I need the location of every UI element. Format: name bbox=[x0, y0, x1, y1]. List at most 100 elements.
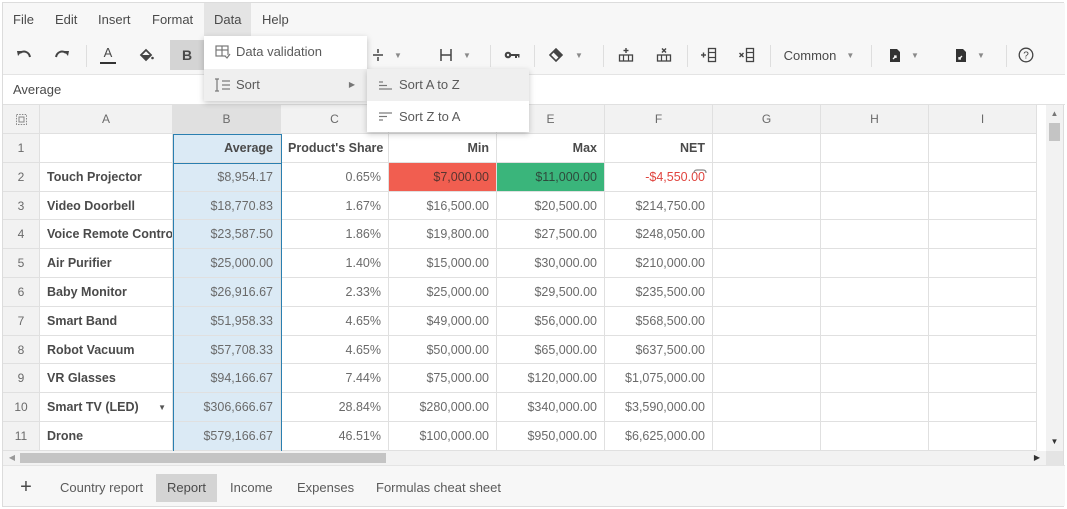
sheet-tab-report[interactable]: Report bbox=[156, 474, 218, 502]
cell-net[interactable]: $568,500.00 bbox=[605, 307, 713, 336]
menu-edit[interactable]: Edit bbox=[45, 3, 87, 36]
scroll-right-icon[interactable]: ▶ bbox=[1030, 451, 1044, 465]
cell-max[interactable]: $950,000.00 bbox=[497, 422, 605, 451]
add-sheet-button[interactable]: + bbox=[15, 474, 37, 502]
scroll-down-icon[interactable]: ▼ bbox=[1046, 435, 1063, 449]
cell-min[interactable]: $25,000.00 bbox=[389, 278, 497, 307]
row-header[interactable]: 6 bbox=[3, 278, 40, 307]
row-header[interactable]: 1 bbox=[3, 134, 40, 163]
cell-min[interactable]: $7,000.00 bbox=[389, 163, 497, 192]
empty-cell[interactable] bbox=[929, 307, 1037, 336]
cell-net[interactable]: $214,750.00 bbox=[605, 192, 713, 220]
vertical-scrollbar[interactable]: ▲ ▼ bbox=[1046, 105, 1063, 451]
menu-file[interactable]: File bbox=[3, 3, 44, 36]
empty-cell[interactable] bbox=[821, 134, 929, 163]
empty-cell[interactable] bbox=[713, 422, 821, 451]
cell-avg[interactable]: $8,954.17 bbox=[173, 163, 281, 192]
cell-avg[interactable]: $18,770.83 bbox=[173, 192, 281, 220]
cell-net[interactable]: $248,050.00 bbox=[605, 220, 713, 249]
empty-cell[interactable] bbox=[713, 336, 821, 364]
cell-max[interactable]: $120,000.00 bbox=[497, 364, 605, 393]
cell-share[interactable]: 1.40% bbox=[281, 249, 389, 278]
menu-item-sort-a-to-z[interactable]: Sort A to Z bbox=[367, 69, 529, 101]
empty-cell[interactable] bbox=[821, 220, 929, 249]
delete-column-button[interactable] bbox=[732, 40, 762, 70]
cell-min[interactable]: $50,000.00 bbox=[389, 336, 497, 364]
cell-share[interactable]: 0.65% bbox=[281, 163, 389, 192]
column-header-b[interactable]: B bbox=[173, 105, 281, 134]
empty-cell[interactable] bbox=[713, 278, 821, 307]
empty-cell[interactable] bbox=[929, 192, 1037, 220]
empty-cell[interactable] bbox=[821, 422, 929, 451]
fill-color-button[interactable] bbox=[131, 40, 161, 70]
lock-cell-button[interactable] bbox=[497, 40, 527, 70]
cell-share[interactable]: 7.44% bbox=[281, 364, 389, 393]
delete-row-button[interactable] bbox=[649, 40, 679, 70]
undo-button[interactable] bbox=[9, 40, 39, 70]
empty-cell[interactable] bbox=[713, 134, 821, 163]
cell-name[interactable]: Robot Vacuum bbox=[40, 336, 173, 364]
empty-cell[interactable] bbox=[713, 307, 821, 336]
column-header-a[interactable]: A bbox=[40, 105, 173, 134]
cell-max[interactable]: $20,500.00 bbox=[497, 192, 605, 220]
sheet-tab-expenses[interactable]: Expenses bbox=[286, 474, 365, 502]
cell-name[interactable]: VR Glasses bbox=[40, 364, 173, 393]
cell-name[interactable]: Video Doorbell bbox=[40, 192, 173, 220]
cell-avg[interactable]: $23,587.50 bbox=[173, 220, 281, 249]
cell-share[interactable]: 1.67% bbox=[281, 192, 389, 220]
row-header[interactable]: 2 bbox=[3, 163, 40, 192]
menu-item-sort[interactable]: Sort ▶ bbox=[204, 69, 367, 101]
header-cell-c[interactable]: Product's Share bbox=[281, 134, 389, 163]
sheet-tab-country-report[interactable]: Country report bbox=[49, 474, 154, 502]
text-color-button[interactable]: A bbox=[93, 40, 123, 70]
column-header-g[interactable]: G bbox=[713, 105, 821, 134]
cell-name[interactable]: Air Purifier bbox=[40, 249, 173, 278]
row-header[interactable]: 11 bbox=[3, 422, 40, 451]
number-format-select[interactable]: Common ▼ bbox=[776, 40, 862, 70]
cell-net[interactable]: $1,075,000.00 bbox=[605, 364, 713, 393]
cell-max[interactable]: $65,000.00 bbox=[497, 336, 605, 364]
empty-cell[interactable] bbox=[713, 364, 821, 393]
cell-net[interactable]: $235,500.00 bbox=[605, 278, 713, 307]
insert-column-button[interactable] bbox=[694, 40, 724, 70]
clear-button[interactable]: ▼ bbox=[541, 40, 591, 70]
formula-bar-value[interactable]: Average bbox=[13, 75, 61, 105]
cell-avg[interactable]: $57,708.33 bbox=[173, 336, 281, 364]
insert-row-button[interactable] bbox=[611, 40, 641, 70]
empty-cell[interactable] bbox=[821, 364, 929, 393]
formula-bar[interactable]: Average bbox=[3, 75, 1065, 105]
cell-min[interactable]: $15,000.00 bbox=[389, 249, 497, 278]
menu-help[interactable]: Help bbox=[252, 3, 299, 36]
row-header[interactable]: 8 bbox=[3, 336, 40, 364]
horizontal-align-button[interactable]: ▼ bbox=[433, 40, 477, 70]
cell-min[interactable]: $75,000.00 bbox=[389, 364, 497, 393]
cell-min[interactable]: $16,500.00 bbox=[389, 192, 497, 220]
vertical-scroll-thumb[interactable] bbox=[1049, 123, 1060, 141]
cell-max[interactable]: $11,000.00 bbox=[497, 163, 605, 192]
cell-net[interactable]: $210,000.00 bbox=[605, 249, 713, 278]
redo-button[interactable] bbox=[47, 40, 77, 70]
row-header[interactable]: 3 bbox=[3, 192, 40, 220]
empty-cell[interactable] bbox=[821, 163, 929, 192]
cell-net[interactable]: $3,590,000.00 bbox=[605, 393, 713, 422]
cell-max[interactable]: $30,000.00 bbox=[497, 249, 605, 278]
empty-cell[interactable] bbox=[929, 422, 1037, 451]
header-cell-b[interactable]: Average bbox=[173, 134, 281, 163]
menu-data[interactable]: Data bbox=[204, 3, 252, 36]
cell-share[interactable]: 46.51% bbox=[281, 422, 389, 451]
help-button[interactable]: ? bbox=[1011, 40, 1041, 70]
empty-cell[interactable] bbox=[713, 249, 821, 278]
cell-name[interactable]: Touch Projector bbox=[40, 163, 173, 192]
sheet-tab-income[interactable]: Income bbox=[219, 474, 284, 502]
empty-cell[interactable] bbox=[821, 278, 929, 307]
empty-cell[interactable] bbox=[713, 192, 821, 220]
cell-dropdown-icon[interactable]: ▼ bbox=[158, 393, 166, 421]
header-cell-d[interactable]: Min bbox=[389, 134, 497, 163]
cell-min[interactable]: $19,800.00 bbox=[389, 220, 497, 249]
scroll-left-icon[interactable]: ◀ bbox=[5, 451, 19, 465]
cell-share[interactable]: 4.65% bbox=[281, 336, 389, 364]
cell-avg[interactable]: $94,166.67 bbox=[173, 364, 281, 393]
header-cell-f[interactable]: NET bbox=[605, 134, 713, 163]
cell-share[interactable]: 4.65% bbox=[281, 307, 389, 336]
empty-cell[interactable] bbox=[713, 393, 821, 422]
